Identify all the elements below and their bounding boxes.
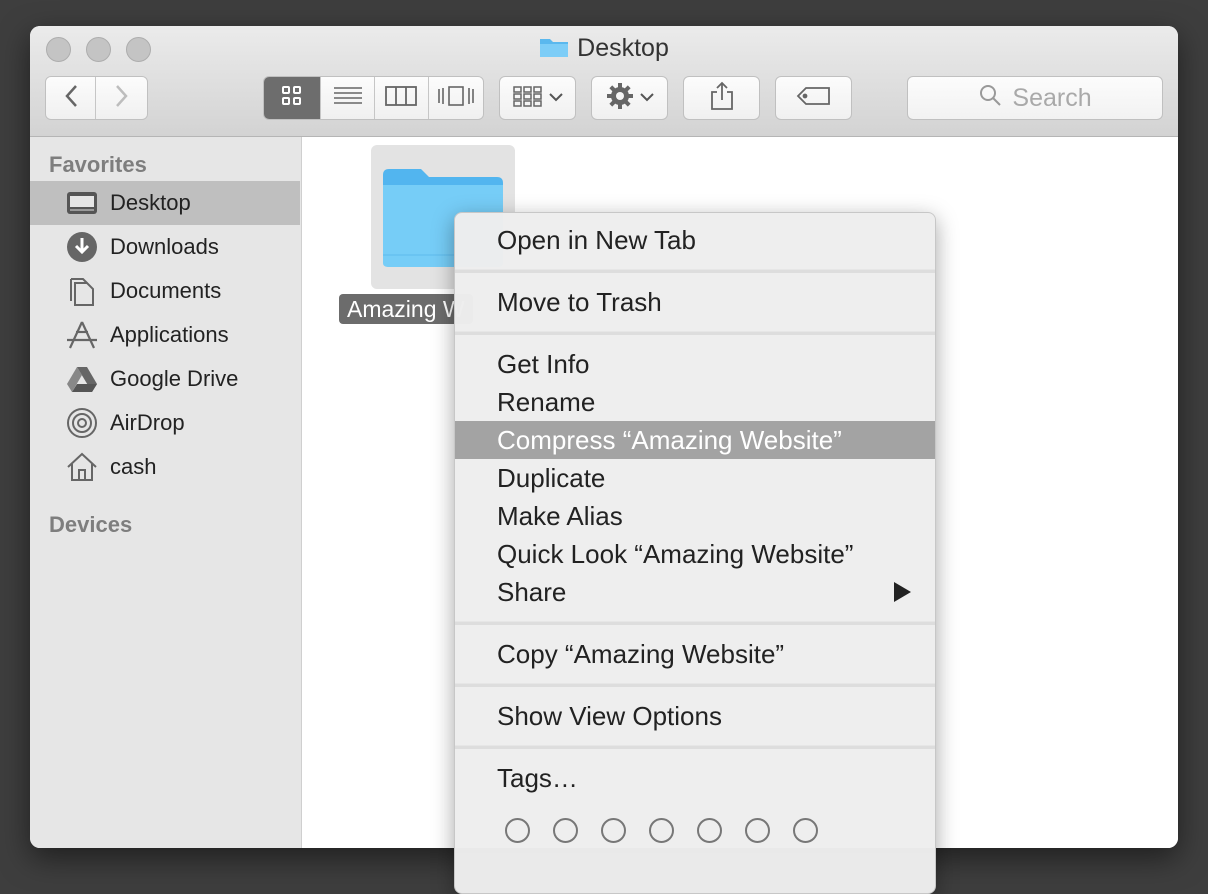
arrange-grid-icon (512, 85, 543, 112)
column-view-button[interactable] (375, 77, 429, 119)
menu-item-quick-look[interactable]: Quick Look “Amazing Website” (455, 535, 935, 573)
menu-separator (455, 331, 935, 335)
tags-button[interactable] (775, 76, 852, 120)
menu-separator (455, 745, 935, 749)
back-button[interactable] (46, 77, 97, 119)
menu-item-rename[interactable]: Rename (455, 383, 935, 421)
gear-icon (606, 82, 634, 115)
sidebar-item-cash[interactable]: cash (30, 445, 300, 489)
favorites-header: Favorites (49, 152, 147, 177)
columns-icon (385, 85, 418, 111)
sidebar-item-label: Desktop (110, 190, 191, 215)
menu-separator (455, 683, 935, 687)
sidebar-item-documents[interactable]: Documents (30, 269, 300, 313)
icon-grid-icon (281, 85, 303, 112)
titlebar: Desktop Search (30, 26, 1178, 137)
menu-item-label: Share (497, 577, 567, 607)
folder-icon (539, 36, 569, 58)
sidebar-item-label: Downloads (110, 234, 219, 259)
tag-color-dot[interactable] (601, 818, 626, 843)
tag-icon (796, 86, 832, 111)
file-name-label[interactable]: Amazing W (339, 294, 473, 324)
sidebar-item-label: Google Drive (110, 366, 239, 391)
tag-color-dot[interactable] (553, 818, 578, 843)
menu-item-open-new-tab[interactable]: Open in New Tab (455, 221, 935, 259)
search-placeholder: Search (1012, 83, 1092, 112)
menu-item-move-to-trash[interactable]: Move to Trash (455, 283, 935, 321)
sidebar: Favorites Desktop Downloads Documents Ap… (30, 137, 302, 848)
arrange-button[interactable] (499, 76, 576, 120)
icon-view-button[interactable] (264, 77, 322, 119)
tag-color-dot[interactable] (793, 818, 818, 843)
menu-item-copy[interactable]: Copy “Amazing Website” (455, 635, 935, 673)
applications-icon (64, 317, 100, 353)
chevron-left-icon (64, 84, 78, 113)
share-button[interactable] (683, 76, 760, 120)
sidebar-item-desktop[interactable]: Desktop (30, 181, 300, 225)
home-icon (64, 449, 100, 485)
sidebar-item-label: cash (110, 454, 157, 479)
sidebar-item-airdrop[interactable]: AirDrop (30, 401, 300, 445)
submenu-arrow-icon (894, 582, 911, 602)
context-menu: Open in New Tab Move to Trash Get Info R… (454, 212, 936, 894)
downloads-icon (64, 229, 100, 265)
search-field[interactable]: Search (907, 76, 1163, 120)
sidebar-item-label: Applications (110, 322, 229, 347)
chevron-right-icon (115, 84, 129, 113)
menu-item-get-info[interactable]: Get Info (455, 345, 935, 383)
menu-item-tags[interactable]: Tags… (455, 759, 935, 797)
cover-flow-icon (437, 85, 475, 112)
forward-button[interactable] (96, 77, 147, 119)
tag-color-dot[interactable] (505, 818, 530, 843)
sidebar-item-label: AirDrop (110, 410, 185, 435)
sidebar-item-downloads[interactable]: Downloads (30, 225, 300, 269)
menu-item-make-alias[interactable]: Make Alias (455, 497, 935, 535)
tag-color-dot[interactable] (745, 818, 770, 843)
window-title: Desktop (30, 34, 1178, 63)
tag-color-dot[interactable] (649, 818, 674, 843)
menu-separator (455, 269, 935, 273)
cover-flow-button[interactable] (428, 77, 483, 119)
menu-separator (455, 621, 935, 625)
devices-header: Devices (49, 512, 133, 537)
chevron-down-icon (548, 89, 563, 107)
menu-item-show-view-options[interactable]: Show View Options (455, 697, 935, 735)
list-view-button[interactable] (321, 77, 375, 119)
desktop-icon (64, 185, 100, 221)
sidebar-item-google-drive[interactable]: Google Drive (30, 357, 300, 401)
airdrop-icon (64, 405, 100, 441)
menu-item-share[interactable]: Share (455, 573, 935, 611)
nav-buttons (45, 76, 148, 120)
sidebar-item-applications[interactable]: Applications (30, 313, 300, 357)
google-drive-icon (64, 361, 100, 397)
menu-item-duplicate[interactable]: Duplicate (455, 459, 935, 497)
search-icon (978, 83, 1012, 114)
view-mode-segment (263, 76, 484, 120)
action-button[interactable] (591, 76, 668, 120)
sidebar-item-label: Documents (110, 278, 222, 303)
share-icon (709, 81, 735, 116)
documents-icon (64, 273, 100, 309)
list-icon (333, 86, 363, 111)
chevron-down-icon (639, 89, 654, 107)
tag-color-dot[interactable] (697, 818, 722, 843)
menu-item-compress[interactable]: Compress “Amazing Website” (455, 421, 935, 459)
